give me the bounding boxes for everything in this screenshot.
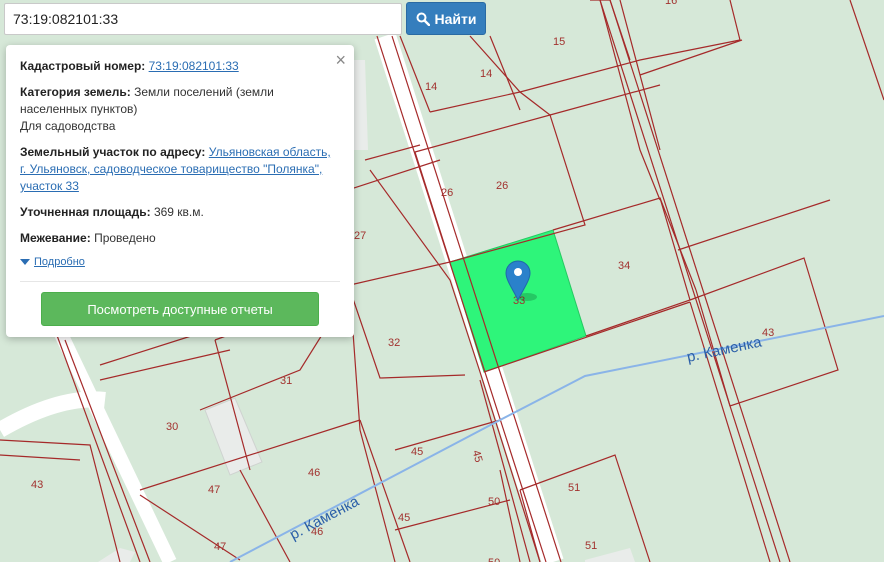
parcel-label: 43 [31, 479, 43, 491]
parcel-label: 50 [488, 496, 500, 508]
parcel-label: 45 [398, 512, 410, 524]
parcel-label: 50 [488, 557, 500, 562]
parcel-label: 15 [553, 36, 565, 48]
parcel-label: 43 [762, 327, 774, 339]
cadastral-label: Кадастровый номер: [20, 59, 146, 73]
parcel-info-popup: × Кадастровый номер: 73:19:082101:33 Кат… [6, 45, 354, 337]
address-row: Земельный участок по адресу: Ульяновская… [20, 144, 340, 195]
cadastral-link[interactable]: 73:19:082101:33 [149, 59, 239, 73]
usage-value: Для садоводства [20, 119, 116, 133]
search-icon [416, 12, 430, 26]
parcel-label: 16 [665, 0, 677, 7]
survey-label: Межевание: [20, 231, 91, 245]
parcel-label: 45 [411, 446, 423, 458]
survey-row: Межевание: Проведено [20, 230, 340, 247]
caret-down-icon [20, 259, 30, 265]
survey-value: Проведено [94, 231, 156, 245]
parcel-label: 26 [496, 180, 508, 192]
parcel-label: 27 [354, 230, 366, 242]
parcel-label: 51 [568, 482, 580, 494]
address-label: Земельный участок по адресу: [20, 145, 206, 159]
parcel-label: 31 [280, 375, 292, 387]
search-input[interactable] [5, 4, 401, 34]
details-link[interactable]: Подробно [34, 256, 85, 268]
parcel-label: 51 [585, 540, 597, 552]
view-reports-button[interactable]: Посмотреть доступные отчеты [41, 292, 319, 326]
parcel-label: 47 [214, 541, 226, 553]
category-row: Категория земель: Земли поселений (земли… [20, 84, 340, 135]
parcel-label: 46 [308, 467, 320, 479]
category-label: Категория земель: [20, 85, 131, 99]
divider [20, 281, 340, 282]
close-icon[interactable]: × [335, 51, 346, 69]
parcel-label: 26 [441, 187, 453, 199]
area-row: Уточненная площадь: 369 кв.м. [20, 204, 340, 221]
search-button-label: Найти [434, 10, 477, 27]
parcel-label: 14 [480, 68, 492, 80]
area-value: 369 кв.м. [153, 205, 204, 219]
search-button[interactable]: Найти [406, 2, 486, 35]
area-label: Уточненная площадь: [20, 205, 151, 219]
details-toggle[interactable]: Подробно [20, 256, 340, 268]
cadastral-row: Кадастровый номер: 73:19:082101:33 [20, 58, 340, 75]
search-box [4, 3, 402, 35]
parcel-label: 34 [618, 260, 630, 272]
parcel-label: 30 [166, 421, 178, 433]
parcel-label: 14 [425, 81, 437, 93]
parcel-label: 47 [208, 484, 220, 496]
parcel-label: 32 [388, 337, 400, 349]
